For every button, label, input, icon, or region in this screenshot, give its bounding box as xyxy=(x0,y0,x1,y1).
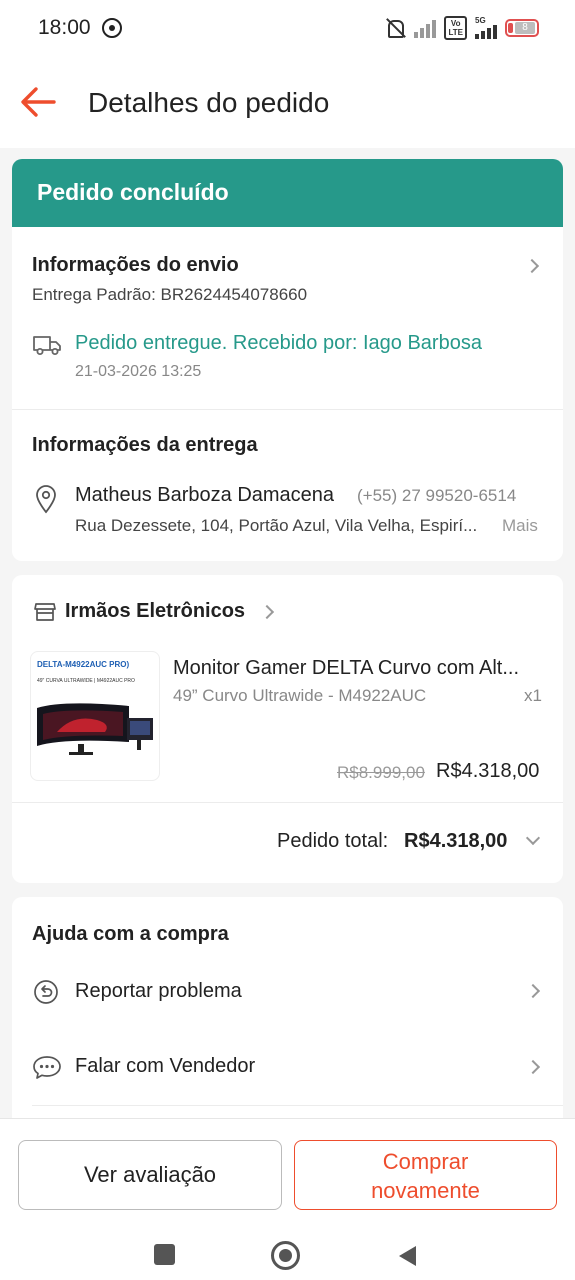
home-button[interactable] xyxy=(271,1241,300,1270)
product-quantity: x1 xyxy=(524,686,542,705)
recipient-phone: (+55) 27 99520-6514 xyxy=(357,486,517,505)
buy-again-button[interactable]: Comprar novamente xyxy=(294,1140,557,1210)
order-status-banner: Pedido concluído xyxy=(12,159,563,227)
help-title: Ajuda com a compra xyxy=(32,923,229,945)
app-header: Detalhes do pedido xyxy=(0,56,575,148)
report-problem-label: Reportar problema xyxy=(75,980,242,1002)
battery-level: 8 xyxy=(515,22,535,34)
shipping-method: Entrega Padrão: BR2624454078660 xyxy=(32,285,308,304)
product-price: R$4.318,00 xyxy=(436,760,540,782)
chat-seller-item[interactable]: Falar com Vendedor xyxy=(12,1033,563,1101)
product-title: Monitor Gamer DELTA Curvo com Alt... xyxy=(173,657,520,679)
order-total-value: R$4.318,00 xyxy=(404,830,508,852)
whatsapp-icon xyxy=(102,18,122,38)
chat-icon xyxy=(33,1056,61,1079)
system-nav-bar xyxy=(0,1228,575,1280)
product-image: DELTA-M4922AUC PRO) 49" CURVA ULTRAWIDE … xyxy=(30,651,160,781)
order-total-row[interactable]: Pedido total: R$4.318,00 xyxy=(12,803,563,883)
page-title: Detalhes do pedido xyxy=(88,87,330,118)
product-image-subtext: 49" CURVA ULTRAWIDE | M4922AUC PRO xyxy=(37,678,135,684)
chat-seller-label: Falar com Vendedor xyxy=(75,1055,256,1077)
arrow-left-icon xyxy=(21,87,56,117)
mute-icon xyxy=(384,18,406,38)
volte-icon: Vo LTE xyxy=(444,16,467,40)
chevron-right-icon xyxy=(524,258,540,274)
recent-apps-button[interactable] xyxy=(154,1244,175,1265)
truck-icon xyxy=(33,336,61,355)
product-card: Irmãos Eletrônicos DELTA-M4922AUC PRO) 4… xyxy=(12,575,563,883)
order-status-text: Pedido concluído xyxy=(37,179,229,205)
back-nav-button[interactable] xyxy=(396,1244,418,1268)
signal-icon xyxy=(414,18,437,38)
product-variant: 49” Curvo Ultrawide - M4922AUC xyxy=(173,686,427,705)
product-item[interactable]: DELTA-M4922AUC PRO) 49" CURVA ULTRAWIDE … xyxy=(12,647,563,799)
shipping-info-section[interactable]: Informações do envio Entrega Padrão: BR2… xyxy=(12,227,563,409)
signal-5g-icon: 5G xyxy=(475,17,497,39)
location-pin-icon xyxy=(36,485,56,514)
seller-name: Irmãos Eletrônicos xyxy=(65,600,246,622)
report-icon xyxy=(34,980,58,1004)
status-bar: 18:00 Vo LTE 5G 8 xyxy=(0,0,575,56)
report-problem-item[interactable]: Reportar problema xyxy=(12,957,563,1025)
chevron-down-icon xyxy=(525,830,541,846)
view-review-label: Ver avaliação xyxy=(83,1162,217,1187)
buy-again-label-line2: novamente xyxy=(371,1178,480,1203)
buy-again-label-line1: Comprar xyxy=(382,1149,469,1174)
back-button[interactable] xyxy=(18,82,58,122)
help-card: Ajuda com a compra Reportar problema Fal… xyxy=(12,897,563,1118)
battery-icon: 8 xyxy=(505,19,539,37)
delivery-info-title: Informações da entrega xyxy=(32,434,258,456)
monitor-image xyxy=(37,703,153,755)
view-review-button[interactable]: Ver avaliação xyxy=(18,1140,282,1210)
recipient-name: Matheus Barboza Damacena xyxy=(75,484,335,506)
delivery-status: Pedido entregue. Recebido por: Iago Barb… xyxy=(75,332,482,354)
divider xyxy=(32,1105,563,1106)
order-info-card: Pedido concluído Informações do envio En… xyxy=(12,159,563,561)
shipping-info-title: Informações do envio xyxy=(32,254,239,276)
order-total-label: Pedido total: xyxy=(277,830,389,852)
original-price: R$8.999,00 xyxy=(337,763,425,782)
store-icon xyxy=(34,603,56,621)
recipient-address: Rua Dezessete, 104, Portão Azul, Vila Ve… xyxy=(75,516,478,535)
seller-row[interactable]: Irmãos Eletrônicos xyxy=(12,575,563,647)
product-image-text: DELTA-M4922AUC PRO) xyxy=(37,660,130,669)
chevron-right-icon xyxy=(525,983,541,999)
address-more-link[interactable]: Mais xyxy=(502,516,538,536)
network-label: 5G xyxy=(475,16,486,25)
bottom-action-bar: Ver avaliação Comprar novamente xyxy=(0,1118,575,1228)
chevron-right-icon xyxy=(525,1059,541,1075)
status-time: 18:00 xyxy=(38,16,91,39)
chevron-right-icon xyxy=(259,604,275,620)
status-icons: Vo LTE 5G 8 xyxy=(384,16,539,40)
delivery-info-section: Informações da entrega Matheus Barboza D… xyxy=(12,410,563,561)
delivery-timestamp: 21-03-2026 13:25 xyxy=(75,363,202,380)
